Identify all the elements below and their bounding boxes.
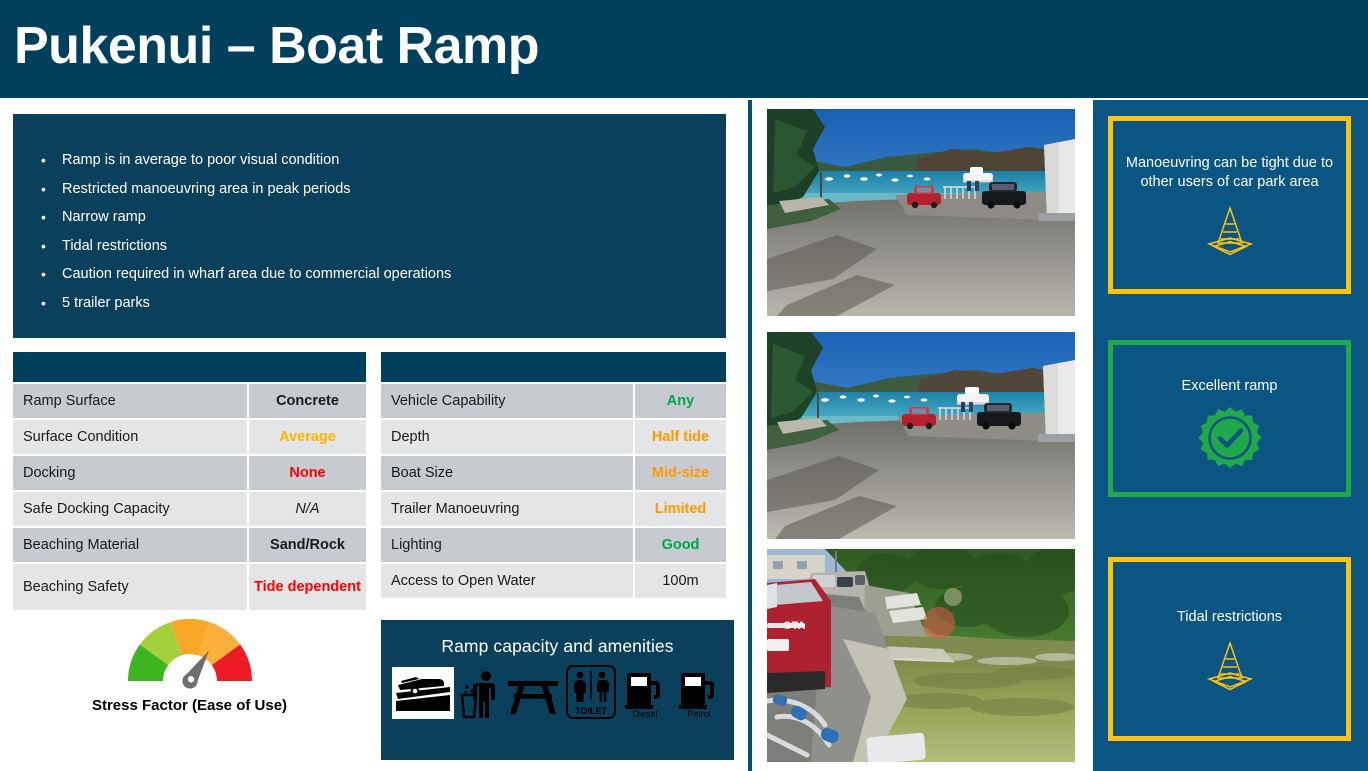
callout-tidal-restrictions: Tidal restrictions	[1108, 557, 1351, 741]
photo-image: OTA	[767, 549, 1075, 762]
table-row: Depth Half tide	[381, 418, 726, 454]
amenities-panel: Ramp capacity and amenities TOILET Diese…	[381, 620, 734, 760]
table-row: Lighting Good	[381, 526, 726, 562]
callout-text: Excellent ramp	[1181, 378, 1278, 394]
list-item: Caution required in wharf area due to co…	[31, 260, 711, 289]
ramp-attributes-table: Ramp Surface Concrete Surface Condition …	[13, 352, 366, 610]
red-ute: OTA	[767, 579, 831, 693]
summary-bullets-panel: Ramp is in average to poor visual condit…	[13, 114, 726, 338]
petrol-label: Petrol	[687, 709, 711, 719]
table-cell-key: Docking	[13, 456, 247, 490]
table-cell-key: Lighting	[381, 528, 633, 562]
table-cell-value: Mid-size	[633, 456, 726, 490]
list-item: 5 trailer parks	[31, 289, 711, 318]
table-header-bar	[381, 352, 726, 382]
table-cell-key: Vehicle Capability	[381, 384, 633, 418]
slide-root: Pukenui – Boat Ramp Ramp is in average t…	[0, 0, 1368, 771]
callout-text: Tidal restrictions	[1176, 609, 1283, 625]
gauge-dial-icon	[127, 618, 252, 689]
callout-manoeuvring: Manoeuvring can be tight due to other us…	[1108, 116, 1351, 294]
page-title: Pukenui – Boat Ramp	[14, 17, 540, 75]
lens-flare-small	[944, 588, 962, 606]
table-cell-value: Average	[247, 420, 366, 454]
table-cell-value: None	[247, 456, 366, 490]
table-cell-key: Access to Open Water	[381, 564, 633, 598]
list-item: Narrow ramp	[31, 203, 711, 232]
slide-header: Pukenui – Boat Ramp	[0, 0, 1368, 98]
table-row: Vehicle Capability Any	[381, 382, 726, 418]
table-cell-value: Concrete	[247, 384, 366, 418]
table-row: Trailer Manoeuvring Limited	[381, 490, 726, 526]
rubbish-bin-icon	[460, 671, 495, 719]
issues-sidebar: Manoeuvring can be tight due to other us…	[1093, 100, 1368, 771]
table-header-bar	[13, 352, 366, 382]
table-cell-key: Beaching Safety	[13, 564, 247, 610]
table-row: Docking None	[13, 454, 366, 490]
photo-ramp-trailer-launch: OTA	[767, 549, 1075, 762]
svg-text:OTA: OTA	[783, 620, 805, 632]
table-cell-key: Trailer Manoeuvring	[381, 492, 633, 526]
photo-ramp-harbour-wide-2	[767, 332, 1075, 539]
picnic-table-icon	[507, 681, 558, 714]
table-row: Safe Docking Capacity N/A	[13, 490, 366, 526]
lens-flare	[923, 607, 955, 639]
diesel-pump-icon: Diesel	[624, 673, 660, 719]
table-cell-value: Sand/Rock	[247, 528, 366, 562]
table-row: Ramp Surface Concrete	[13, 382, 366, 418]
table-cell-key: Surface Condition	[13, 420, 247, 454]
check-rosette-icon	[1197, 406, 1263, 477]
section-divider	[748, 100, 752, 771]
table-row: Access to Open Water 100m	[381, 562, 726, 598]
list-item: Tidal restrictions	[31, 232, 711, 261]
table-cell-key: Safe Docking Capacity	[13, 492, 247, 526]
table-cell-value: Half tide	[633, 420, 726, 454]
table-row: Beaching Safety Tide dependent	[13, 562, 366, 610]
callout-text: Manoeuvring can be tight due to other us…	[1125, 155, 1334, 190]
photo-image	[767, 109, 1075, 316]
table-cell-key: Ramp Surface	[13, 384, 247, 418]
diesel-label: Diesel	[632, 709, 657, 719]
amenities-icon-row: TOILET Diesel Petrol	[381, 665, 734, 719]
table-cell-value: Limited	[633, 492, 726, 526]
toilet-label: TOILET	[575, 706, 607, 716]
toilet-icon: TOILET	[565, 665, 616, 719]
petrol-pump-icon: Petrol	[678, 673, 714, 719]
stress-factor-gauge: Stress Factor (Ease of Use)	[13, 605, 366, 755]
usability-attributes-table: Vehicle Capability Any Depth Half tide B…	[381, 352, 726, 598]
table-cell-value: Good	[633, 528, 726, 562]
table-cell-key: Boat Size	[381, 456, 633, 490]
traffic-cone-icon	[1201, 637, 1259, 696]
gauge-caption: Stress Factor (Ease of Use)	[91, 697, 288, 714]
list-item: Ramp is in average to poor visual condit…	[31, 146, 711, 175]
table-row: Boat Size Mid-size	[381, 454, 726, 490]
table-cell-value: 100m	[633, 564, 726, 598]
amenities-title: Ramp capacity and amenities	[441, 636, 674, 656]
photo-image	[767, 332, 1075, 539]
table-cell-value: N/A	[247, 492, 366, 526]
table-row: Beaching Material Sand/Rock	[13, 526, 366, 562]
table-row: Surface Condition Average	[13, 418, 366, 454]
table-cell-value: Any	[633, 384, 726, 418]
summary-bullets-list: Ramp is in average to poor visual condit…	[31, 146, 711, 318]
table-cell-key: Beaching Material	[13, 528, 247, 562]
photo-ramp-harbour-wide	[767, 109, 1075, 316]
callout-excellent-ramp: Excellent ramp	[1108, 340, 1351, 497]
traffic-cone-icon	[1201, 202, 1259, 261]
list-item: Restricted manoeuvring area in peak peri…	[31, 175, 711, 204]
table-cell-value: Tide dependent	[247, 564, 366, 610]
boat-ramp-icon	[391, 667, 454, 719]
table-cell-key: Depth	[381, 420, 633, 454]
